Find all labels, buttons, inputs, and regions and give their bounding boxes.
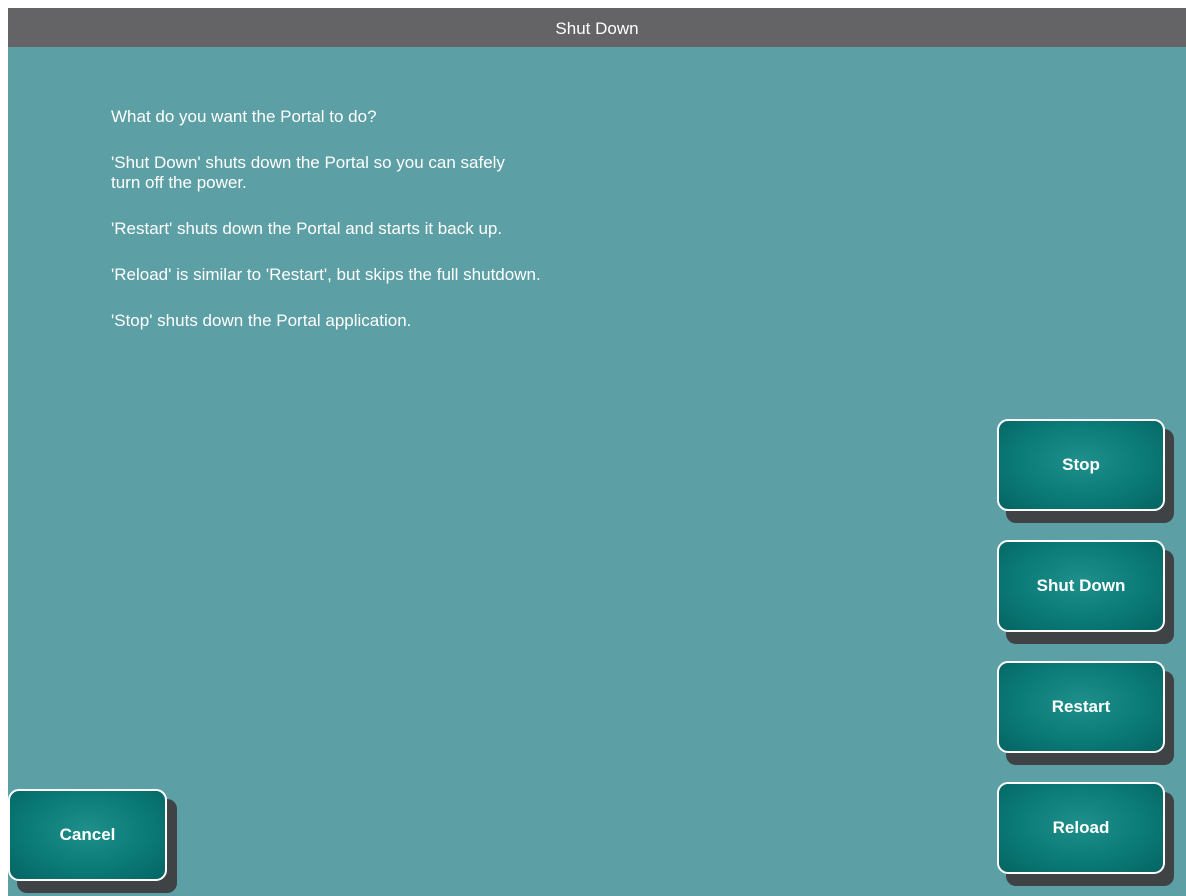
shut-down-button-container: Shut Down — [997, 540, 1174, 644]
stop-button[interactable]: Stop — [997, 419, 1165, 511]
shut-down-button[interactable]: Shut Down — [997, 540, 1165, 632]
title-bar: Shut Down — [8, 8, 1186, 47]
message-stop-description: 'Stop' shuts down the Portal application… — [111, 311, 412, 330]
shutdown-dialog: Shut Down What do you want the Portal to… — [8, 8, 1186, 896]
stop-button-container: Stop — [997, 419, 1174, 523]
reload-button-container: Reload — [997, 782, 1174, 886]
message-reload-description: 'Reload' is similar to 'Restart', but sk… — [111, 265, 541, 284]
message-question: What do you want the Portal to do? — [111, 107, 377, 126]
cancel-button[interactable]: Cancel — [8, 789, 167, 881]
message-shut-down-description: 'Shut Down' shuts down the Portal so you… — [111, 153, 505, 192]
restart-button[interactable]: Restart — [997, 661, 1165, 753]
cancel-button-container: Cancel — [8, 789, 177, 893]
message-restart-description: 'Restart' shuts down the Portal and star… — [111, 219, 503, 238]
reload-button[interactable]: Reload — [997, 782, 1165, 874]
message-text: What do you want the Portal to do? 'Shut… — [111, 107, 751, 331]
restart-button-container: Restart — [997, 661, 1174, 765]
